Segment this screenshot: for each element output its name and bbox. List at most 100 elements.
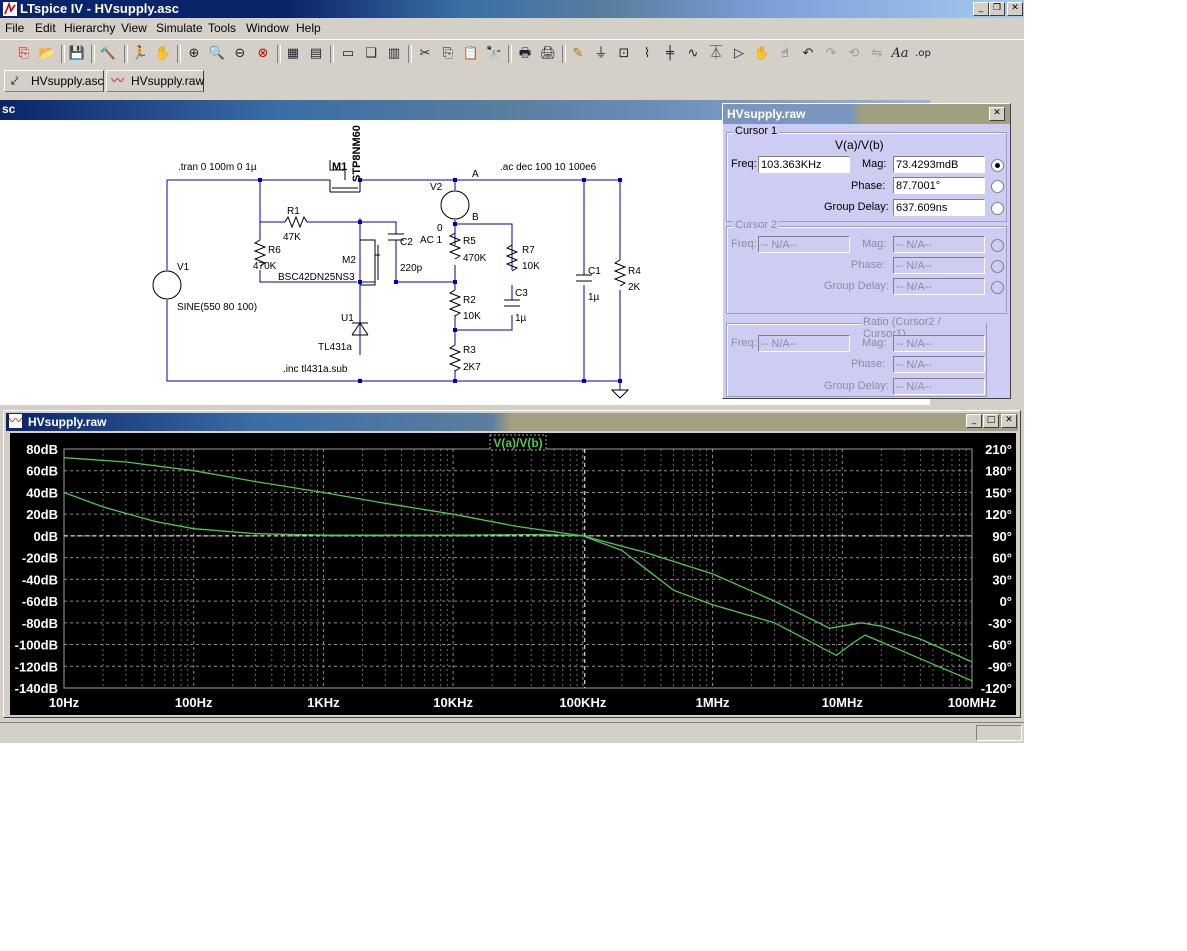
copy-icon[interactable]: ⎘ <box>438 44 458 64</box>
v2-label: V2 <box>430 182 443 193</box>
cursor1-mag-field[interactable]: 73.4293mdB <box>893 156 985 173</box>
component-icon[interactable]: ▷ <box>729 44 749 64</box>
menu-file[interactable]: File <box>5 21 24 35</box>
r2-value: 10K <box>463 311 481 322</box>
bode-plot[interactable]: 10Hz 100Hz 1KHz 10KHz 100KHz 1MHz 10MHz 100MHz 8… <box>10 433 1016 715</box>
tile-vertical-icon[interactable]: ▥ <box>384 44 404 64</box>
ratio-freq-field[interactable]: -- N/A-- <box>758 335 850 352</box>
cursor1-phase-field[interactable]: 87.7001° <box>893 177 985 194</box>
waveform-plot-area[interactable]: 10Hz 100Hz 1KHz 10KHz 100KHz 1MHz 10MHz 100MHz 8… <box>10 433 1016 715</box>
menu-simulate[interactable]: Simulate <box>156 21 203 35</box>
v2-dc: 0 <box>437 223 443 234</box>
cursor2-phase-field[interactable]: -- N/A-- <box>893 257 985 274</box>
cursor2-gd-field[interactable]: -- N/A-- <box>893 278 985 295</box>
menu-help[interactable]: Help <box>296 21 321 35</box>
cursor1-mag-radio[interactable] <box>991 159 1004 172</box>
move-icon[interactable]: ✋ <box>752 44 772 64</box>
capacitor-icon[interactable]: ╪ <box>660 44 680 64</box>
tile-horizontal-icon[interactable]: ▭ <box>338 44 358 64</box>
cursor2-mag-field[interactable]: -- N/A-- <box>893 236 985 253</box>
autorange-icon[interactable]: ▦ <box>283 44 303 64</box>
c3-label: C3 <box>515 288 528 299</box>
drag-icon[interactable]: ☝ <box>775 44 795 64</box>
zoom-fit-icon[interactable]: ⊗ <box>253 44 273 64</box>
waveform-icon: 〰 <box>9 413 23 428</box>
mirror-icon[interactable]: ⇋ <box>867 44 887 64</box>
waveform-window: 〰 HVsupply.raw _ □ ✕ 10Hz 100Hz 1KHz 10KHz 1… <box>3 410 1021 718</box>
redo-icon[interactable]: ↷ <box>821 44 841 64</box>
ratio-freq-label: Freq: <box>731 337 757 349</box>
print-icon[interactable]: 🖨 <box>538 44 558 64</box>
cursor2-phase-radio[interactable] <box>991 260 1004 273</box>
y-right-tick-label: -90° <box>988 659 1012 674</box>
cascade-icon[interactable]: ❏ <box>361 44 381 64</box>
undo-icon[interactable]: ↶ <box>798 44 818 64</box>
minimize-button[interactable]: _ <box>973 2 989 16</box>
waveform-maximize-button[interactable]: □ <box>983 414 999 428</box>
ground-icon[interactable]: ⏚ <box>591 44 611 64</box>
waveform-minimize-button[interactable]: _ <box>966 414 982 428</box>
zoom-in-icon[interactable]: ⊕ <box>184 44 204 64</box>
print-setup-icon[interactable]: 🖶 <box>515 44 535 64</box>
y-left-tick-label: -40dB <box>22 572 58 587</box>
save-icon[interactable]: 💾 <box>67 44 87 64</box>
paste-icon[interactable]: 📋 <box>461 44 481 64</box>
y-left-tick-label: 40dB <box>26 485 58 500</box>
cursor2-mag-radio[interactable] <box>991 239 1004 252</box>
ac-directive[interactable]: .ac dec 100 10 100e6 <box>500 162 597 173</box>
inductor-icon[interactable]: ∿ <box>683 44 703 64</box>
text-icon[interactable]: Aa <box>890 44 910 64</box>
cursor2-gd-radio[interactable] <box>991 281 1004 294</box>
label-net-icon[interactable]: ⊡ <box>614 44 634 64</box>
menu-window[interactable]: Window <box>246 21 289 35</box>
include-directive[interactable]: .inc tl431a.sub <box>283 364 348 375</box>
y-right-tick-label: 60° <box>992 551 1012 566</box>
v2-value: AC 1 <box>420 235 443 246</box>
grid-icon[interactable]: ▤ <box>306 44 326 64</box>
halt-icon[interactable]: ✋ <box>153 44 173 64</box>
open-folder-icon[interactable]: 📂 <box>37 44 57 64</box>
tab-waveform[interactable]: 〰 HVsupply.raw <box>106 70 204 92</box>
tran-directive[interactable]: .tran 0 100m 0 1µ <box>178 162 257 173</box>
spice-directive-icon[interactable]: .op <box>913 44 933 64</box>
cursor1-gd-radio[interactable] <box>991 202 1004 215</box>
ratio-mag-field[interactable]: -- N/A-- <box>893 335 985 352</box>
run-icon[interactable]: 🏃 <box>130 44 150 64</box>
cursor1-gd-field[interactable]: 637.609ns <box>893 199 985 216</box>
tab-schematic[interactable]: ⤦ HVsupply.asc <box>4 70 104 92</box>
pan-icon[interactable]: 🔍 <box>207 44 227 64</box>
find-icon[interactable]: 🔭 <box>484 44 504 64</box>
r5-label: R5 <box>463 236 476 247</box>
diode-icon[interactable]: ⏄ <box>706 44 726 64</box>
y-left-tick-label: -100dB <box>15 638 58 653</box>
cursor2-freq-field[interactable]: -- N/A-- <box>758 236 850 253</box>
r3-value: 2K7 <box>463 362 481 373</box>
new-schematic-icon[interactable]: ⎘ <box>14 44 34 64</box>
toolbar: ⎘ 📂 💾 🔨 🏃 ✋ ⊕ 🔍 ⊖ ⊗ ▦ ▤ ▭ ❏ ▥ ✂ ⎘ 📋 🔭 🖶 … <box>0 39 1024 69</box>
control-panel-icon[interactable]: 🔨 <box>98 44 118 64</box>
cursor-dialog-close-button[interactable]: ✕ <box>989 107 1005 121</box>
draw-wire-icon[interactable]: ✎ <box>568 44 588 64</box>
rotate-icon[interactable]: ⟲ <box>844 44 864 64</box>
ratio-gd-field[interactable]: -- N/A-- <box>893 378 985 395</box>
cut-icon[interactable]: ✂ <box>415 44 435 64</box>
ratio-phase-field[interactable]: -- N/A-- <box>893 356 985 373</box>
ratio-mag-label: Mag: <box>862 337 887 349</box>
close-button[interactable]: ✕ <box>1007 2 1023 16</box>
resistor-icon[interactable]: ⌇ <box>637 44 657 64</box>
menu-tools[interactable]: Tools <box>208 21 236 35</box>
waveform-close-button[interactable]: ✕ <box>1001 414 1017 428</box>
x-tick-label: 10KHz <box>433 695 473 710</box>
menu-hierarchy[interactable]: Hierarchy <box>64 21 115 35</box>
menu-edit[interactable]: Edit <box>35 21 56 35</box>
y-right-tick-label: 180° <box>985 464 1012 479</box>
cursor1-phase-radio[interactable] <box>991 180 1004 193</box>
restore-button[interactable]: ❐ <box>989 2 1005 16</box>
menu-view[interactable]: View <box>121 21 147 35</box>
ltspice-logo-icon <box>3 2 17 16</box>
y-left-tick-label: 80dB <box>26 442 58 457</box>
y-right-tick-label: -30° <box>988 616 1012 631</box>
status-bar <box>0 722 1024 743</box>
cursor1-freq-field[interactable]: 103.363KHz <box>758 156 850 173</box>
zoom-out-icon[interactable]: ⊖ <box>230 44 250 64</box>
